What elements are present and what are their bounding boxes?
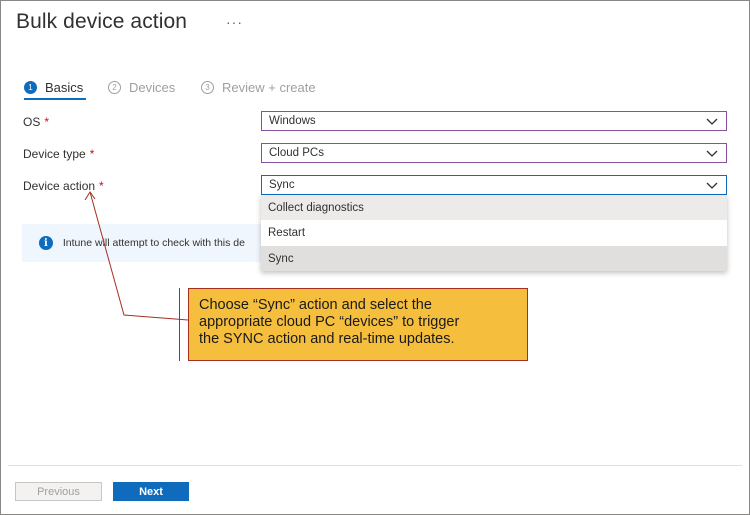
info-message-bar: i Intune will attempt to check with this… (22, 224, 261, 262)
step-review-create[interactable]: 3 Review + create (201, 80, 316, 95)
option-collect-diagnostics[interactable]: Collect diagnostics (261, 195, 727, 220)
page-title: Bulk device action (16, 10, 188, 33)
os-select[interactable]: Windows (261, 111, 727, 131)
os-select-value: Windows (269, 115, 316, 127)
device-type-label-text: Device type (23, 147, 86, 161)
chevron-down-icon (706, 182, 718, 189)
next-button[interactable]: Next (113, 482, 189, 501)
device-action-select[interactable]: Sync (261, 175, 727, 195)
step-label-basics: Basics (45, 80, 84, 95)
info-icon: i (39, 236, 53, 250)
step-basics[interactable]: 1 Basics (24, 80, 83, 95)
footer-divider (8, 465, 742, 466)
active-step-indicator (24, 98, 86, 100)
step-number-1: 1 (24, 81, 37, 94)
step-number-2: 2 (108, 81, 121, 94)
previous-button[interactable]: Previous (15, 482, 102, 501)
device-type-select-value: Cloud PCs (269, 147, 324, 159)
device-action-select-value: Sync (269, 179, 295, 191)
option-restart[interactable]: Restart (261, 220, 727, 245)
chevron-down-icon (706, 118, 718, 125)
callout-line-3: the SYNC action and real-time updates. (199, 331, 455, 347)
required-mark: * (44, 115, 50, 129)
chevron-down-icon (706, 150, 718, 157)
step-label-devices: Devices (129, 80, 176, 95)
option-sync[interactable]: Sync (261, 246, 727, 271)
callout-line-1: Choose “Sync” action and select the (199, 297, 432, 313)
callout-line-2: appropriate cloud PC “devices” to trigge… (199, 314, 460, 330)
step-devices[interactable]: 2 Devices (108, 80, 175, 95)
required-mark: * (89, 147, 95, 161)
callout-rule (179, 288, 180, 361)
info-message-text: Intune will attempt to check with this d… (62, 237, 245, 249)
required-mark: * (99, 179, 104, 193)
annotation-callout: Choose “Sync” action and select the appr… (188, 288, 528, 361)
step-label-review-create: Review + create (222, 80, 316, 95)
device-type-label: Device type * (23, 147, 94, 161)
step-number-3: 3 (201, 81, 214, 94)
device-type-select[interactable]: Cloud PCs (261, 143, 727, 163)
device-action-label-text: Device action (23, 179, 96, 193)
device-action-dropdown: Collect diagnostics Restart Sync (261, 195, 727, 271)
device-action-label: Device action * (23, 179, 104, 193)
more-options-icon[interactable]: ··· (226, 14, 243, 30)
os-label: OS * (23, 115, 49, 129)
os-label-text: OS (23, 115, 41, 129)
